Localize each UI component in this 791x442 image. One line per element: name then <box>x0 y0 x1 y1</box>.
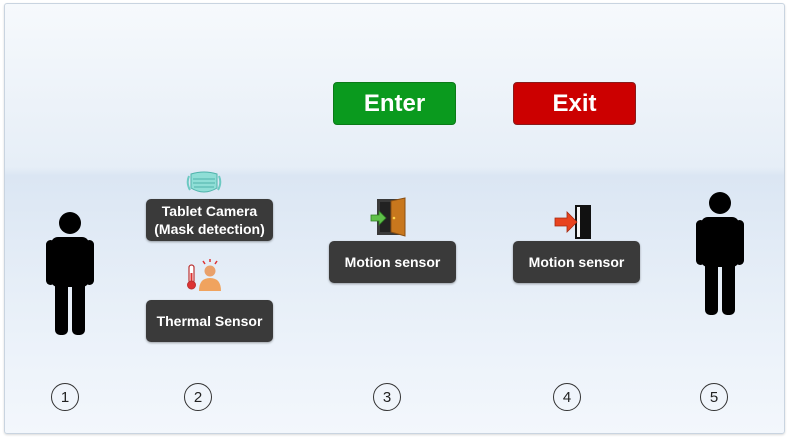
door-exit-icon <box>554 205 591 239</box>
face-mask-icon <box>186 171 222 193</box>
step-3-circle: 3 <box>373 383 401 411</box>
exit-button[interactable]: Exit <box>513 82 636 125</box>
motion-sensor-exit-label: Motion sensor <box>513 241 640 283</box>
thermometer-person-icon <box>187 259 221 291</box>
door-enter-icon <box>370 197 406 237</box>
motion-sensor-enter-label: Motion sensor <box>329 241 456 283</box>
enter-button[interactable]: Enter <box>333 82 456 125</box>
step-1-circle: 1 <box>51 383 79 411</box>
person-icon <box>696 192 744 315</box>
step-5-circle: 5 <box>700 383 728 411</box>
tablet-camera-label: Tablet Camera (Mask detection) <box>146 199 273 241</box>
step-2-circle: 2 <box>184 383 212 411</box>
step-4-circle: 4 <box>553 383 581 411</box>
flow-diagram: Enter Exit Tablet Camera (Mask detection… <box>4 3 785 434</box>
person-icon <box>46 212 94 335</box>
thermal-sensor-label: Thermal Sensor <box>146 300 273 342</box>
